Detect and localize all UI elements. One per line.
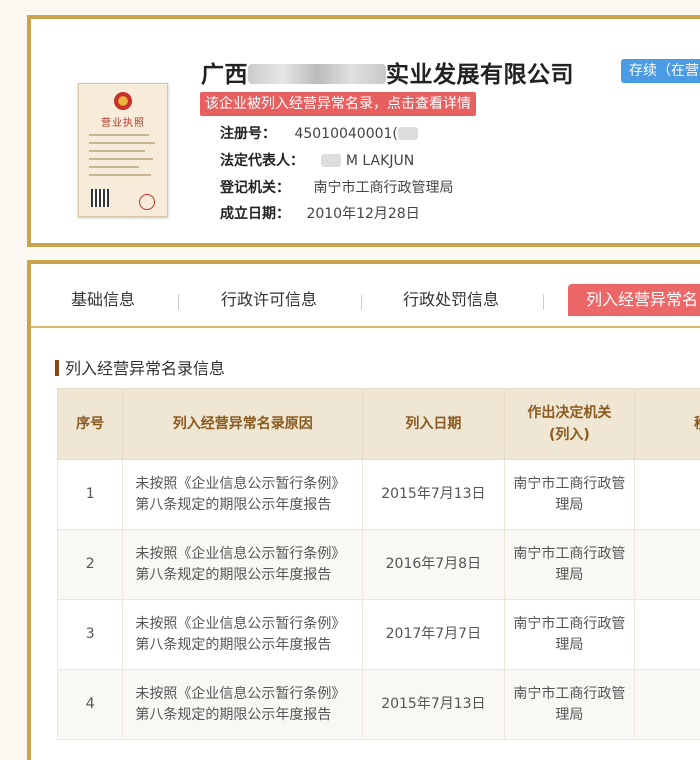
row-authority: 南宁市工商行政管理局 — [504, 670, 635, 740]
authority-header-text: 作出决定机关 (列入) — [527, 405, 611, 443]
column-header-number: 序号 — [58, 389, 123, 460]
column-header-authority: 作出决定机关 (列入) — [504, 389, 635, 460]
row-number: 2 — [58, 530, 123, 600]
tab-administrative-license[interactable]: 行政许可信息 — [221, 284, 317, 316]
license-text-line — [89, 158, 153, 160]
info-value: 2010年12月28日 — [306, 206, 419, 222]
info-row-establishment-date: 成立日期： 2010年12月28日 — [220, 203, 420, 223]
tab-separator — [178, 294, 179, 310]
row-date: 2015年7月13日 — [363, 670, 504, 740]
license-text-line — [89, 174, 151, 176]
abnormal-list-alert[interactable]: 该企业被列入经营异常名录，点击查看详情 — [200, 92, 476, 116]
row-reason: 未按照《企业信息公示暂行条例》第八条规定的期限公示年度报告 — [123, 670, 363, 740]
row-extra — [635, 670, 700, 740]
row-reason: 未按照《企业信息公示暂行条例》第八条规定的期限公示年度报告 — [123, 530, 363, 600]
license-text-line — [89, 142, 155, 144]
info-row-registration-authority: 登记机关： 南宁市工商行政管理局 — [220, 177, 453, 197]
row-number: 3 — [58, 600, 123, 670]
table-row: 2 未按照《企业信息公示暂行条例》第八条规定的期限公示年度报告 2016年7月8… — [58, 530, 700, 600]
license-text-line — [89, 134, 149, 136]
abnormal-records-table: 序号 列入经营异常名录原因 列入日期 作出决定机关 (列入) 移 1 未按照《企… — [57, 388, 700, 740]
row-date: 2016年7月8日 — [363, 530, 504, 600]
tab-administrative-penalty[interactable]: 行政处罚信息 — [403, 284, 499, 316]
row-extra — [635, 530, 700, 600]
qr-code-icon — [91, 189, 109, 207]
tab-bar: 基础信息 行政许可信息 行政处罚信息 列入经营异常名 — [31, 264, 700, 328]
info-value: 45010040001( — [294, 126, 397, 142]
tab-separator — [543, 294, 544, 310]
license-title: 营业执照 — [79, 114, 167, 129]
national-emblem-icon — [114, 92, 132, 110]
redacted-blur — [398, 127, 418, 140]
row-authority: 南宁市工商行政管理局 — [504, 460, 635, 530]
row-reason: 未按照《企业信息公示暂行条例》第八条规定的期限公示年度报告 — [123, 460, 363, 530]
redacted-blur — [321, 154, 341, 167]
row-date: 2017年7月7日 — [363, 600, 504, 670]
info-label: 成立日期： — [220, 203, 302, 223]
seal-icon — [139, 194, 155, 210]
company-name-prefix: 广西 — [201, 62, 248, 88]
column-header-reason: 列入经营异常名录原因 — [123, 389, 363, 460]
section-title: 列入经营异常名录信息 — [55, 355, 225, 379]
info-value: 南宁市工商行政管理局 — [313, 180, 453, 196]
tab-basic-info[interactable]: 基础信息 — [71, 284, 135, 316]
column-header-extra: 移 — [635, 389, 700, 460]
row-authority: 南宁市工商行政管理局 — [504, 600, 635, 670]
info-label: 法定代表人： — [220, 150, 317, 170]
table-header-row: 序号 列入经营异常名录原因 列入日期 作出决定机关 (列入) 移 — [58, 389, 700, 460]
info-label: 注册号： — [220, 123, 290, 143]
company-header-card: 营业执照 广西 实业发展有限公司 存续（在营 该企业被列入经营异常名录，点击查看详… — [27, 15, 700, 247]
status-badge: 存续（在营 — [621, 59, 700, 83]
tab-separator — [361, 294, 362, 310]
section-marker — [55, 360, 59, 376]
row-authority: 南宁市工商行政管理局 — [504, 530, 635, 600]
company-name: 广西 实业发展有限公司 — [201, 55, 574, 89]
license-text-line — [89, 150, 145, 152]
row-reason: 未按照《企业信息公示暂行条例》第八条规定的期限公示年度报告 — [123, 600, 363, 670]
tab-abnormal-operations[interactable]: 列入经营异常名 — [568, 284, 700, 316]
info-value: M LAKJUN — [346, 153, 414, 169]
table-row: 3 未按照《企业信息公示暂行条例》第八条规定的期限公示年度报告 2017年7月7… — [58, 600, 700, 670]
license-text-line — [89, 166, 139, 168]
business-license-image[interactable]: 营业执照 — [78, 83, 168, 217]
section-title-text: 列入经营异常名录信息 — [65, 359, 225, 378]
table-row: 4 未按照《企业信息公示暂行条例》第八条规定的期限公示年度报告 2015年7月1… — [58, 670, 700, 740]
info-row-registration-number: 注册号： 45010040001( — [220, 123, 418, 143]
details-card: 基础信息 行政许可信息 行政处罚信息 列入经营异常名 列入经营异常名录信息 序号… — [27, 260, 700, 760]
company-name-suffix: 实业发展有限公司 — [386, 62, 574, 88]
row-extra — [635, 460, 700, 530]
info-row-legal-representative: 法定代表人： M LAKJUN — [220, 150, 414, 170]
table-row: 1 未按照《企业信息公示暂行条例》第八条规定的期限公示年度报告 2015年7月1… — [58, 460, 700, 530]
redacted-name-blur — [248, 64, 386, 84]
row-extra — [635, 600, 700, 670]
column-header-date: 列入日期 — [363, 389, 504, 460]
row-date: 2015年7月13日 — [363, 460, 504, 530]
row-number: 1 — [58, 460, 123, 530]
info-label: 登记机关： — [220, 177, 309, 197]
row-number: 4 — [58, 670, 123, 740]
